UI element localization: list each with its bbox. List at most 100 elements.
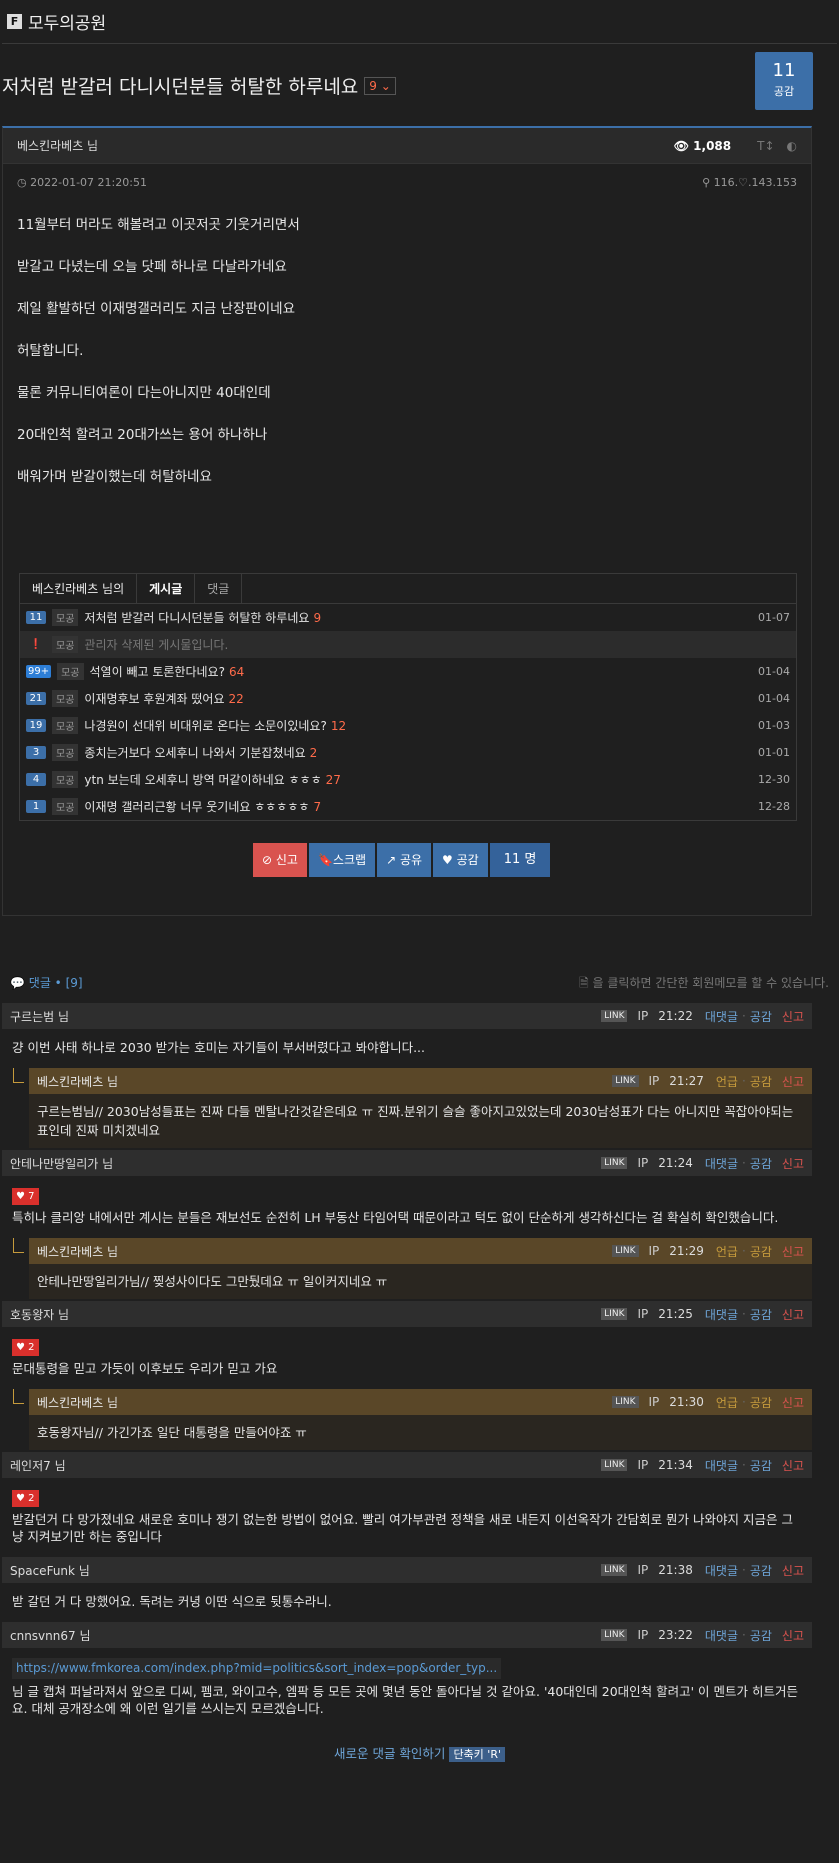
author-post-row[interactable]: 19 모공 나경원이 선대위 비대위로 온다는 소문이있네요? 12 01-03 [20,712,796,739]
post-row-title[interactable]: 나경원이 선대위 비대위로 온다는 소문이있네요? 12 [84,717,758,734]
like-button[interactable]: ♥ 공감 [433,843,488,877]
new-comments-link[interactable]: 새로운 댓글 확인하기 단축키 'R' [0,1743,839,1762]
vote-label: 공감 [773,85,795,98]
link-badge[interactable]: LINK [601,1629,628,1641]
ip-label: IP [637,1458,649,1472]
reply-header: 베스킨라베츠 님 LINK IP 21:29 언급 · 공감 신고 [29,1238,812,1264]
comment-report-button[interactable]: 신고 [782,1394,804,1411]
comment-body: 받 갈던 거 다 망했어요. 독려는 커녕 이딴 식으로 뒷통수라니. [2,1583,812,1622]
author-post-row[interactable]: 3 모공 종치는거보다 오세후니 나와서 기분잡쳤네요 2 01-01 [20,739,796,766]
commenter-name[interactable]: 베스킨라베츠 님 [37,1073,612,1090]
link-badge[interactable]: LINK [601,1157,628,1169]
commenter-name[interactable]: 레인저7 님 [10,1457,601,1474]
comment-like-button[interactable]: 공감 [750,1008,772,1025]
link-badge[interactable]: LINK [601,1564,628,1576]
comment-report-button[interactable]: 신고 [782,1073,804,1090]
post-row-date: 01-07 [758,611,790,624]
comment-like-button[interactable]: 공감 [750,1394,772,1411]
comment-report-button[interactable]: 신고 [782,1457,804,1474]
mention-button[interactable]: 언급 [716,1394,738,1411]
post-row-date: 12-28 [758,800,790,813]
comment-report-button[interactable]: 신고 [782,1306,804,1323]
separator: · [741,1307,746,1321]
comment-like-button[interactable]: 공감 [750,1562,772,1579]
link-badge[interactable]: LINK [601,1010,628,1022]
post-row-title[interactable]: 종치는거보다 오세후니 나와서 기분잡쳤네요 2 [84,744,758,761]
post-row-title[interactable]: 저처럼 받갈러 다니시던분들 허탈한 하루네요 9 [84,609,758,626]
comment-time: 21:25 [658,1307,693,1321]
like-count-button[interactable]: 11 명 [489,843,551,877]
reply-button[interactable]: 대댓글 [705,1155,738,1172]
commenter-name[interactable]: 베스킨라베츠 님 [37,1394,612,1411]
post-row-title-text: ytn 보는데 오세후니 방역 머같이하네요 ㅎㅎㅎ [84,773,322,787]
post-row-title[interactable]: 석열이 빼고 토론한다네요? 64 [90,663,759,680]
body-line: 받갈고 다녔는데 오늘 닷페 하나로 다날라가네요 [17,259,287,275]
author-post-row[interactable]: 11 모공 저처럼 받갈러 다니시던분들 허탈한 하루네요 9 01-07 [20,604,796,631]
link-badge[interactable]: LINK [601,1459,628,1471]
tab-posts[interactable]: 게시글 [137,574,196,603]
mention-button[interactable]: 언급 [716,1243,738,1260]
vote-box[interactable]: 11 공감 [755,52,813,110]
post-row-title-text: 이재명후보 후원계좌 떴어요 [84,692,225,706]
post-row-comment-count: 27 [325,773,341,787]
reply-button[interactable]: 대댓글 [705,1562,738,1579]
post-category: 모공 [52,717,79,734]
author-post-row[interactable]: 99+ 모공 석열이 빼고 토론한다네요? 64 01-04 [20,658,796,685]
author-post-row[interactable]: 1 모공 이재명 갤러리근황 너무 웃기네요 ㅎㅎㅎㅎㅎ 7 12-28 [20,793,796,820]
comment-report-button[interactable]: 신고 [782,1243,804,1260]
comment-like-button[interactable]: 공감 [750,1243,772,1260]
comment-link[interactable]: https://www.fmkorea.com/index.php?mid=po… [12,1658,502,1679]
link-badge[interactable]: LINK [612,1396,639,1408]
reply-button[interactable]: 대댓글 [705,1627,738,1644]
mention-button[interactable]: 언급 [716,1073,738,1090]
link-badge[interactable]: LINK [601,1308,628,1320]
commenter-name[interactable]: 안테나만땅일리가 님 [10,1155,601,1172]
post-row-title[interactable]: 이재명 갤러리근황 너무 웃기네요 ㅎㅎㅎㅎㅎ 7 [84,798,758,815]
author-posts-panel: 베스킨라베츠 님의 게시글 댓글 11 모공 저처럼 받갈러 다니시던분들 허탈한 … [19,573,797,821]
commenter-name[interactable]: 베스킨라베츠 님 [37,1243,612,1260]
comment-time: 21:22 [658,1009,693,1023]
post-row-title[interactable]: ytn 보는데 오세후니 방역 머같이하네요 ㅎㅎㅎ 27 [84,771,758,788]
comment-like-button[interactable]: 공감 [750,1073,772,1090]
scrap-button[interactable]: 🔖스크랩 [308,843,376,877]
comment-report-button[interactable]: 신고 [782,1562,804,1579]
report-button[interactable]: ⊘ 신고 [253,843,307,877]
comment-like-button[interactable]: 공감 [750,1155,772,1172]
recommend-badge: 11 [26,611,46,624]
author-post-row[interactable]: ❗ 모공 관리자 삭제된 게시물입니다. [20,631,796,658]
comment-report-button[interactable]: 신고 [782,1627,804,1644]
post-author[interactable]: 베스킨라베츠 님 [17,137,674,154]
share-button[interactable]: ↗ 공유 [377,843,432,877]
commenter-name[interactable]: 호동왕자 님 [10,1306,601,1323]
recommend-badge: 19 [26,719,46,732]
site-name[interactable]: 모두의공원 [28,9,106,34]
comment-like-button[interactable]: 공감 [750,1627,772,1644]
reply-button[interactable]: 대댓글 [705,1457,738,1474]
comment-report-button[interactable]: 신고 [782,1008,804,1025]
commenter-name[interactable]: 구르는범 님 [10,1008,601,1025]
site-header: F 모두의공원 [2,0,837,44]
post-row-title[interactable]: 관리자 삭제된 게시물입니다. [84,636,790,653]
link-badge[interactable]: LINK [612,1075,639,1087]
comment-header: SpaceFunk 님 LINK IP 21:38 대댓글 · 공감 신고 [2,1557,812,1583]
recommend-badge: 4 [26,773,46,786]
link-badge[interactable]: LINK [612,1245,639,1257]
reply-button[interactable]: 대댓글 [705,1306,738,1323]
contrast-icon[interactable]: ◐ [787,139,797,153]
memo-hint: 🗎 을 클릭하면 간단한 회원메모를 할 수 있습니다. [579,974,829,995]
font-size-icon[interactable]: T↕ [757,139,774,153]
comment-time: 23:22 [658,1628,693,1642]
commenter-name[interactable]: SpaceFunk 님 [10,1562,601,1579]
tab-comments[interactable]: 댓글 [195,574,243,603]
author-post-row[interactable]: 21 모공 이재명후보 후원계좌 떴어요 22 01-04 [20,685,796,712]
author-post-row[interactable]: 4 모공 ytn 보는데 오세후니 방역 머같이하네요 ㅎㅎㅎ 27 12-30 [20,766,796,793]
comment-count-badge[interactable]: 9 ⌄ [364,77,396,95]
site-logo-icon[interactable]: F [7,14,22,29]
post-row-title[interactable]: 이재명후보 후원계좌 떴어요 22 [84,690,758,707]
comment-like-button[interactable]: 공감 [750,1306,772,1323]
reply-header: 베스킨라베츠 님 LINK IP 21:30 언급 · 공감 신고 [29,1389,812,1415]
comment-like-button[interactable]: 공감 [750,1457,772,1474]
comment-report-button[interactable]: 신고 [782,1155,804,1172]
commenter-name[interactable]: cnnsvnn67 님 [10,1627,601,1644]
reply-button[interactable]: 대댓글 [705,1008,738,1025]
